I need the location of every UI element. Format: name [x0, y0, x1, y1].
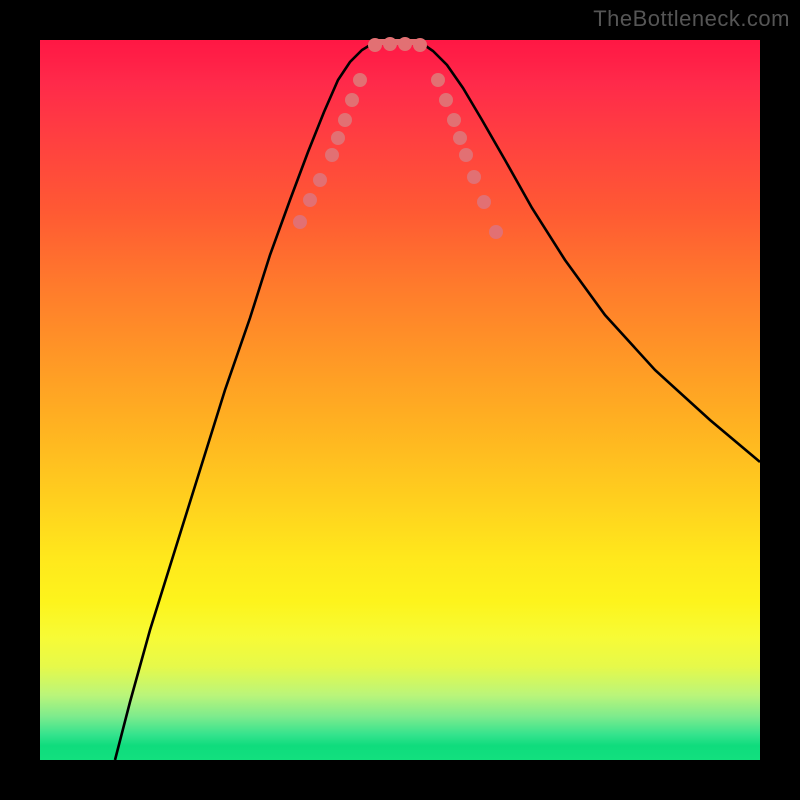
- marker-right-3: [453, 131, 467, 145]
- marker-left-5: [338, 113, 352, 127]
- marker-right-0: [431, 73, 445, 87]
- marker-center-0: [368, 38, 382, 52]
- marker-left-6: [345, 93, 359, 107]
- marker-right-4: [459, 148, 473, 162]
- marker-left-0: [293, 215, 307, 229]
- marker-right-5: [467, 170, 481, 184]
- marker-left-7: [353, 73, 367, 87]
- marker-center-3: [413, 38, 427, 52]
- markers-group: [293, 37, 503, 239]
- curve-group: [115, 42, 760, 760]
- marker-right-7: [489, 225, 503, 239]
- marker-left-4: [331, 131, 345, 145]
- chart-frame: TheBottleneck.com: [0, 0, 800, 800]
- watermark-text: TheBottleneck.com: [593, 6, 790, 32]
- marker-left-3: [325, 148, 339, 162]
- marker-center-1: [383, 37, 397, 51]
- right-branch-path: [420, 42, 760, 462]
- marker-center-2: [398, 37, 412, 51]
- marker-right-2: [447, 113, 461, 127]
- marker-left-2: [313, 173, 327, 187]
- curve-overlay: [40, 40, 760, 760]
- marker-right-6: [477, 195, 491, 209]
- marker-left-1: [303, 193, 317, 207]
- marker-right-1: [439, 93, 453, 107]
